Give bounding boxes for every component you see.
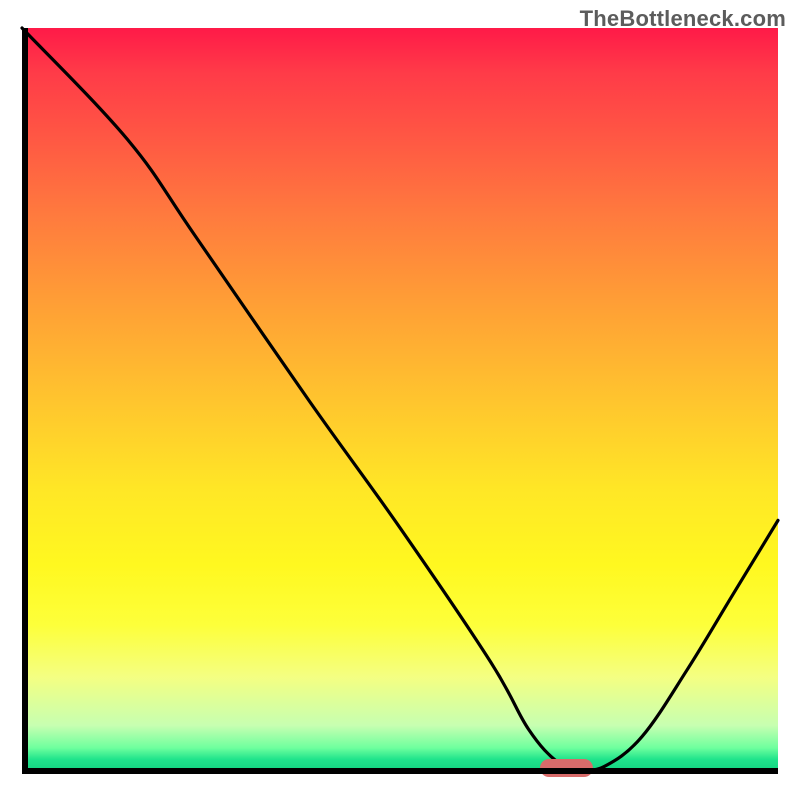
y-axis <box>22 28 28 774</box>
x-axis <box>22 768 778 774</box>
curve-path <box>22 28 778 770</box>
bottleneck-curve <box>22 28 778 774</box>
plot-area <box>22 28 778 774</box>
